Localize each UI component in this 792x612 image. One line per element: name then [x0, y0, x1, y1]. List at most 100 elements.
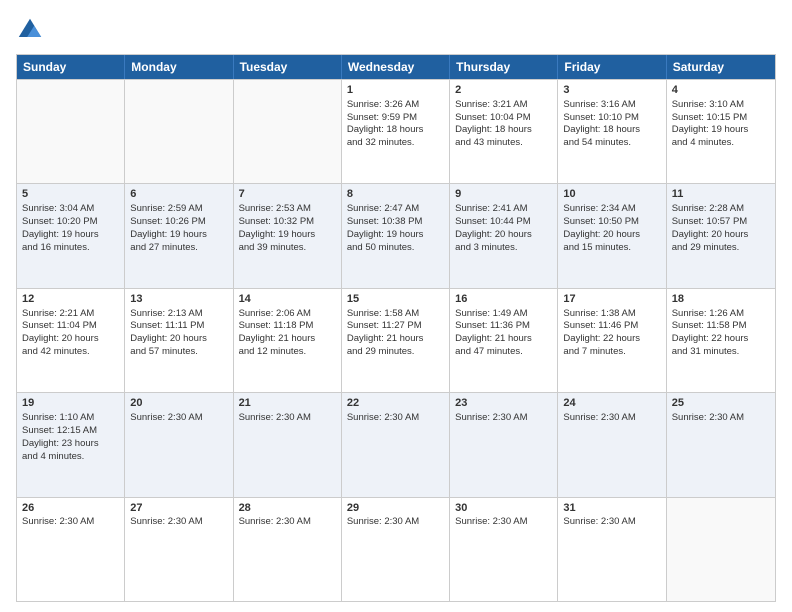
day-number: 18 [672, 292, 770, 307]
day-info-line: Sunrise: 2:30 AM [22, 516, 119, 529]
day-info-line: and 43 minutes. [455, 137, 552, 150]
cal-cell: 18Sunrise: 1:26 AMSunset: 11:58 PMDaylig… [667, 289, 775, 392]
day-info-line: and 4 minutes. [672, 137, 770, 150]
day-number: 11 [672, 187, 770, 202]
day-info-line: Daylight: 20 hours [672, 229, 770, 242]
day-number: 29 [347, 501, 444, 516]
day-info-line: Sunset: 10:38 PM [347, 216, 444, 229]
cal-cell: 20Sunrise: 2:30 AM [125, 393, 233, 496]
day-info-line: Daylight: 18 hours [563, 124, 660, 137]
day-info-line: Sunrise: 3:10 AM [672, 99, 770, 112]
day-info-line: Sunrise: 2:30 AM [672, 412, 770, 425]
day-info-line: Sunset: 10:04 PM [455, 112, 552, 125]
day-info-line: Sunrise: 2:30 AM [239, 412, 336, 425]
day-info-line: and 50 minutes. [347, 242, 444, 255]
day-info-line: Daylight: 20 hours [455, 229, 552, 242]
cal-cell: 27Sunrise: 2:30 AM [125, 498, 233, 601]
day-number: 6 [130, 187, 227, 202]
day-info-line: Sunrise: 1:10 AM [22, 412, 119, 425]
day-info-line: Sunrise: 2:30 AM [347, 412, 444, 425]
day-info-line: Daylight: 21 hours [347, 333, 444, 346]
day-info-line: Sunrise: 2:06 AM [239, 308, 336, 321]
day-info-line: Daylight: 19 hours [672, 124, 770, 137]
day-info-line: Daylight: 19 hours [130, 229, 227, 242]
day-number: 22 [347, 396, 444, 411]
day-info-line: Sunrise: 2:34 AM [563, 203, 660, 216]
day-info-line: and 4 minutes. [22, 451, 119, 464]
day-info-line: Sunrise: 2:47 AM [347, 203, 444, 216]
day-number: 7 [239, 187, 336, 202]
cal-cell: 31Sunrise: 2:30 AM [558, 498, 666, 601]
day-info-line: and 12 minutes. [239, 346, 336, 359]
cal-cell [17, 80, 125, 183]
day-info-line: Daylight: 21 hours [239, 333, 336, 346]
day-info-line: Sunrise: 2:30 AM [455, 412, 552, 425]
week-row-3: 12Sunrise: 2:21 AMSunset: 11:04 PMDaylig… [17, 288, 775, 392]
day-number: 23 [455, 396, 552, 411]
calendar-header: SundayMondayTuesdayWednesdayThursdayFrid… [17, 55, 775, 79]
day-info-line: Sunset: 10:57 PM [672, 216, 770, 229]
day-number: 30 [455, 501, 552, 516]
day-info-line: Daylight: 18 hours [455, 124, 552, 137]
day-info-line: Sunrise: 1:58 AM [347, 308, 444, 321]
header [16, 16, 776, 44]
cal-cell: 19Sunrise: 1:10 AMSunset: 12:15 AMDaylig… [17, 393, 125, 496]
day-number: 10 [563, 187, 660, 202]
cal-cell [667, 498, 775, 601]
cal-cell: 23Sunrise: 2:30 AM [450, 393, 558, 496]
day-info-line: Daylight: 22 hours [672, 333, 770, 346]
day-info-line: Sunrise: 2:21 AM [22, 308, 119, 321]
day-number: 25 [672, 396, 770, 411]
day-info-line: and 54 minutes. [563, 137, 660, 150]
cal-cell: 22Sunrise: 2:30 AM [342, 393, 450, 496]
day-number: 24 [563, 396, 660, 411]
calendar-body: 1Sunrise: 3:26 AMSunset: 9:59 PMDaylight… [17, 79, 775, 601]
day-number: 16 [455, 292, 552, 307]
day-info-line: Sunrise: 2:30 AM [455, 516, 552, 529]
day-info-line: and 47 minutes. [455, 346, 552, 359]
day-info-line: Sunrise: 2:30 AM [563, 412, 660, 425]
day-info-line: and 39 minutes. [239, 242, 336, 255]
cal-cell: 17Sunrise: 1:38 AMSunset: 11:46 PMDaylig… [558, 289, 666, 392]
day-info-line: Sunrise: 2:59 AM [130, 203, 227, 216]
day-number: 14 [239, 292, 336, 307]
day-number: 17 [563, 292, 660, 307]
cal-cell [125, 80, 233, 183]
day-info-line: Sunset: 11:27 PM [347, 320, 444, 333]
day-header-monday: Monday [125, 55, 233, 79]
cal-cell: 25Sunrise: 2:30 AM [667, 393, 775, 496]
day-info-line: Sunset: 10:20 PM [22, 216, 119, 229]
cal-cell: 26Sunrise: 2:30 AM [17, 498, 125, 601]
day-number: 5 [22, 187, 119, 202]
cal-cell: 5Sunrise: 3:04 AMSunset: 10:20 PMDayligh… [17, 184, 125, 287]
week-row-1: 1Sunrise: 3:26 AMSunset: 9:59 PMDaylight… [17, 79, 775, 183]
day-number: 15 [347, 292, 444, 307]
page: SundayMondayTuesdayWednesdayThursdayFrid… [0, 0, 792, 612]
day-info-line: Daylight: 18 hours [347, 124, 444, 137]
cal-cell: 16Sunrise: 1:49 AMSunset: 11:36 PMDaylig… [450, 289, 558, 392]
day-number: 31 [563, 501, 660, 516]
day-info-line: and 7 minutes. [563, 346, 660, 359]
day-info-line: Sunset: 11:18 PM [239, 320, 336, 333]
day-info-line: Daylight: 19 hours [22, 229, 119, 242]
day-info-line: Sunrise: 2:30 AM [239, 516, 336, 529]
day-number: 21 [239, 396, 336, 411]
day-info-line: and 16 minutes. [22, 242, 119, 255]
cal-cell: 8Sunrise: 2:47 AMSunset: 10:38 PMDayligh… [342, 184, 450, 287]
day-info-line: and 32 minutes. [347, 137, 444, 150]
day-info-line: Daylight: 20 hours [563, 229, 660, 242]
day-info-line: Sunset: 11:46 PM [563, 320, 660, 333]
cal-cell: 9Sunrise: 2:41 AMSunset: 10:44 PMDayligh… [450, 184, 558, 287]
day-info-line: Sunset: 10:15 PM [672, 112, 770, 125]
cal-cell: 10Sunrise: 2:34 AMSunset: 10:50 PMDaylig… [558, 184, 666, 287]
week-row-4: 19Sunrise: 1:10 AMSunset: 12:15 AMDaylig… [17, 392, 775, 496]
cal-cell: 30Sunrise: 2:30 AM [450, 498, 558, 601]
cal-cell: 15Sunrise: 1:58 AMSunset: 11:27 PMDaylig… [342, 289, 450, 392]
day-info-line: Sunrise: 3:16 AM [563, 99, 660, 112]
day-info-line: Sunrise: 2:30 AM [347, 516, 444, 529]
cal-cell: 24Sunrise: 2:30 AM [558, 393, 666, 496]
logo [16, 16, 48, 44]
day-info-line: Daylight: 23 hours [22, 438, 119, 451]
day-info-line: Sunrise: 2:28 AM [672, 203, 770, 216]
day-info-line: Sunrise: 2:13 AM [130, 308, 227, 321]
